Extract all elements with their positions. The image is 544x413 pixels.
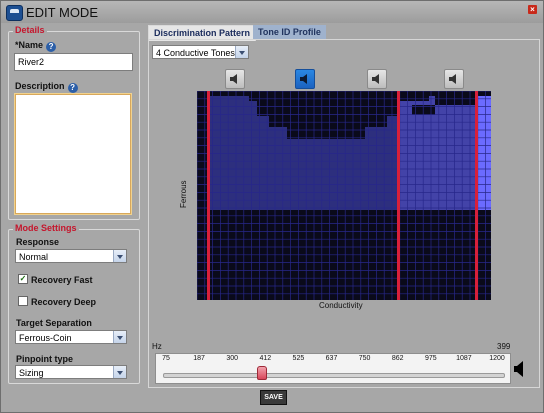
tone-divider-1 [207, 91, 210, 300]
tone-divider-2 [397, 91, 400, 300]
description-field[interactable] [15, 94, 131, 214]
pattern-notch [435, 91, 475, 105]
recovery-deep-label: Recovery Deep [31, 297, 97, 307]
frequency-tick-label: 1087 [456, 355, 472, 362]
frequency-tick-label: 525 [292, 355, 305, 362]
recovery-fast-label: Recovery Fast [31, 275, 93, 285]
chevron-down-icon[interactable] [113, 331, 126, 343]
frequency-tick-label: 412 [259, 355, 272, 362]
pattern-notch [249, 91, 429, 101]
help-icon[interactable]: ? [67, 83, 78, 93]
mode-settings-legend: Mode Settings [13, 223, 79, 233]
frequency-slider-track[interactable] [163, 373, 505, 378]
frequency-tick-label: 1200 [489, 355, 505, 362]
y-axis-label: Ferrous [179, 180, 188, 208]
close-icon[interactable]: × [528, 5, 537, 14]
tones-select[interactable]: 4 Conductive Tones [152, 45, 249, 59]
x-axis-label: Conductivity [319, 301, 363, 310]
target-separation-label: Target Separation [16, 318, 92, 328]
frequency-tick-label: 862 [391, 355, 404, 362]
frequency-tick-label: 637 [325, 355, 338, 362]
description-label-text: Description [15, 81, 65, 91]
tone-2-speaker-button[interactable] [295, 69, 315, 89]
tone-1-speaker-button[interactable] [225, 69, 245, 89]
speaker-icon-glyph [514, 361, 523, 377]
recovery-deep-checkbox[interactable] [18, 296, 28, 306]
details-legend: Details [13, 25, 47, 35]
discrimination-grid-canvas[interactable] [196, 90, 491, 300]
speaker-icon [449, 74, 456, 84]
window-title: EDIT MODE [26, 5, 98, 20]
pattern-notch [219, 91, 249, 96]
chevron-down-icon[interactable] [113, 366, 126, 378]
frequency-slider-thumb[interactable] [257, 366, 268, 380]
speaker-icon [230, 74, 237, 84]
pinpoint-select[interactable]: Sizing [15, 365, 127, 379]
name-label-text: *Name [15, 40, 44, 50]
chevron-down-icon[interactable] [235, 46, 248, 58]
chevron-down-icon[interactable] [113, 250, 126, 262]
tones-value: 4 Conductive Tones [156, 48, 235, 58]
pinpoint-value: Sizing [19, 368, 44, 378]
name-field[interactable]: River2 [14, 53, 133, 71]
tone-4-speaker-button[interactable] [444, 69, 464, 89]
response-value: Normal [19, 252, 49, 262]
frequency-tick-label: 750 [358, 355, 371, 362]
help-icon[interactable]: ? [46, 42, 57, 52]
target-separation-value: Ferrous-Coin [19, 333, 72, 343]
recovery-fast-checkbox[interactable]: ✓ [18, 274, 28, 284]
tab-tone-id-profile[interactable]: Tone ID Profile [253, 25, 326, 40]
description-label: Description? [15, 81, 78, 93]
frequency-tick-label: 975 [424, 355, 437, 362]
edit-mode-window: EDIT MODE × Details *Name? River2 Descri… [0, 0, 544, 413]
discrimination-grid[interactable] [196, 90, 491, 300]
frequency-tick-label: 75 [162, 355, 170, 362]
tone-3-region [397, 96, 475, 210]
target-separation-select[interactable]: Ferrous-Coin [15, 330, 127, 344]
hz-label: Hz [152, 342, 162, 351]
speaker-icon [300, 74, 307, 84]
pinpoint-label: Pinpoint type [16, 354, 73, 364]
title-bar: EDIT MODE × [1, 1, 543, 23]
save-button[interactable]: SAVE [260, 390, 287, 405]
speaker-icon [372, 74, 379, 84]
tone-divider-3 [475, 91, 478, 300]
response-label: Response [16, 237, 60, 247]
frequency-tick-label: 300 [226, 355, 239, 362]
frequency-tick-label: 187 [193, 355, 205, 362]
response-select[interactable]: Normal [15, 249, 127, 263]
tone-3-speaker-button[interactable] [367, 69, 387, 89]
frequency-value: 399 [497, 342, 511, 351]
speaker-icon[interactable] [513, 360, 525, 378]
app-icon [6, 5, 23, 21]
name-label: *Name? [15, 40, 57, 52]
